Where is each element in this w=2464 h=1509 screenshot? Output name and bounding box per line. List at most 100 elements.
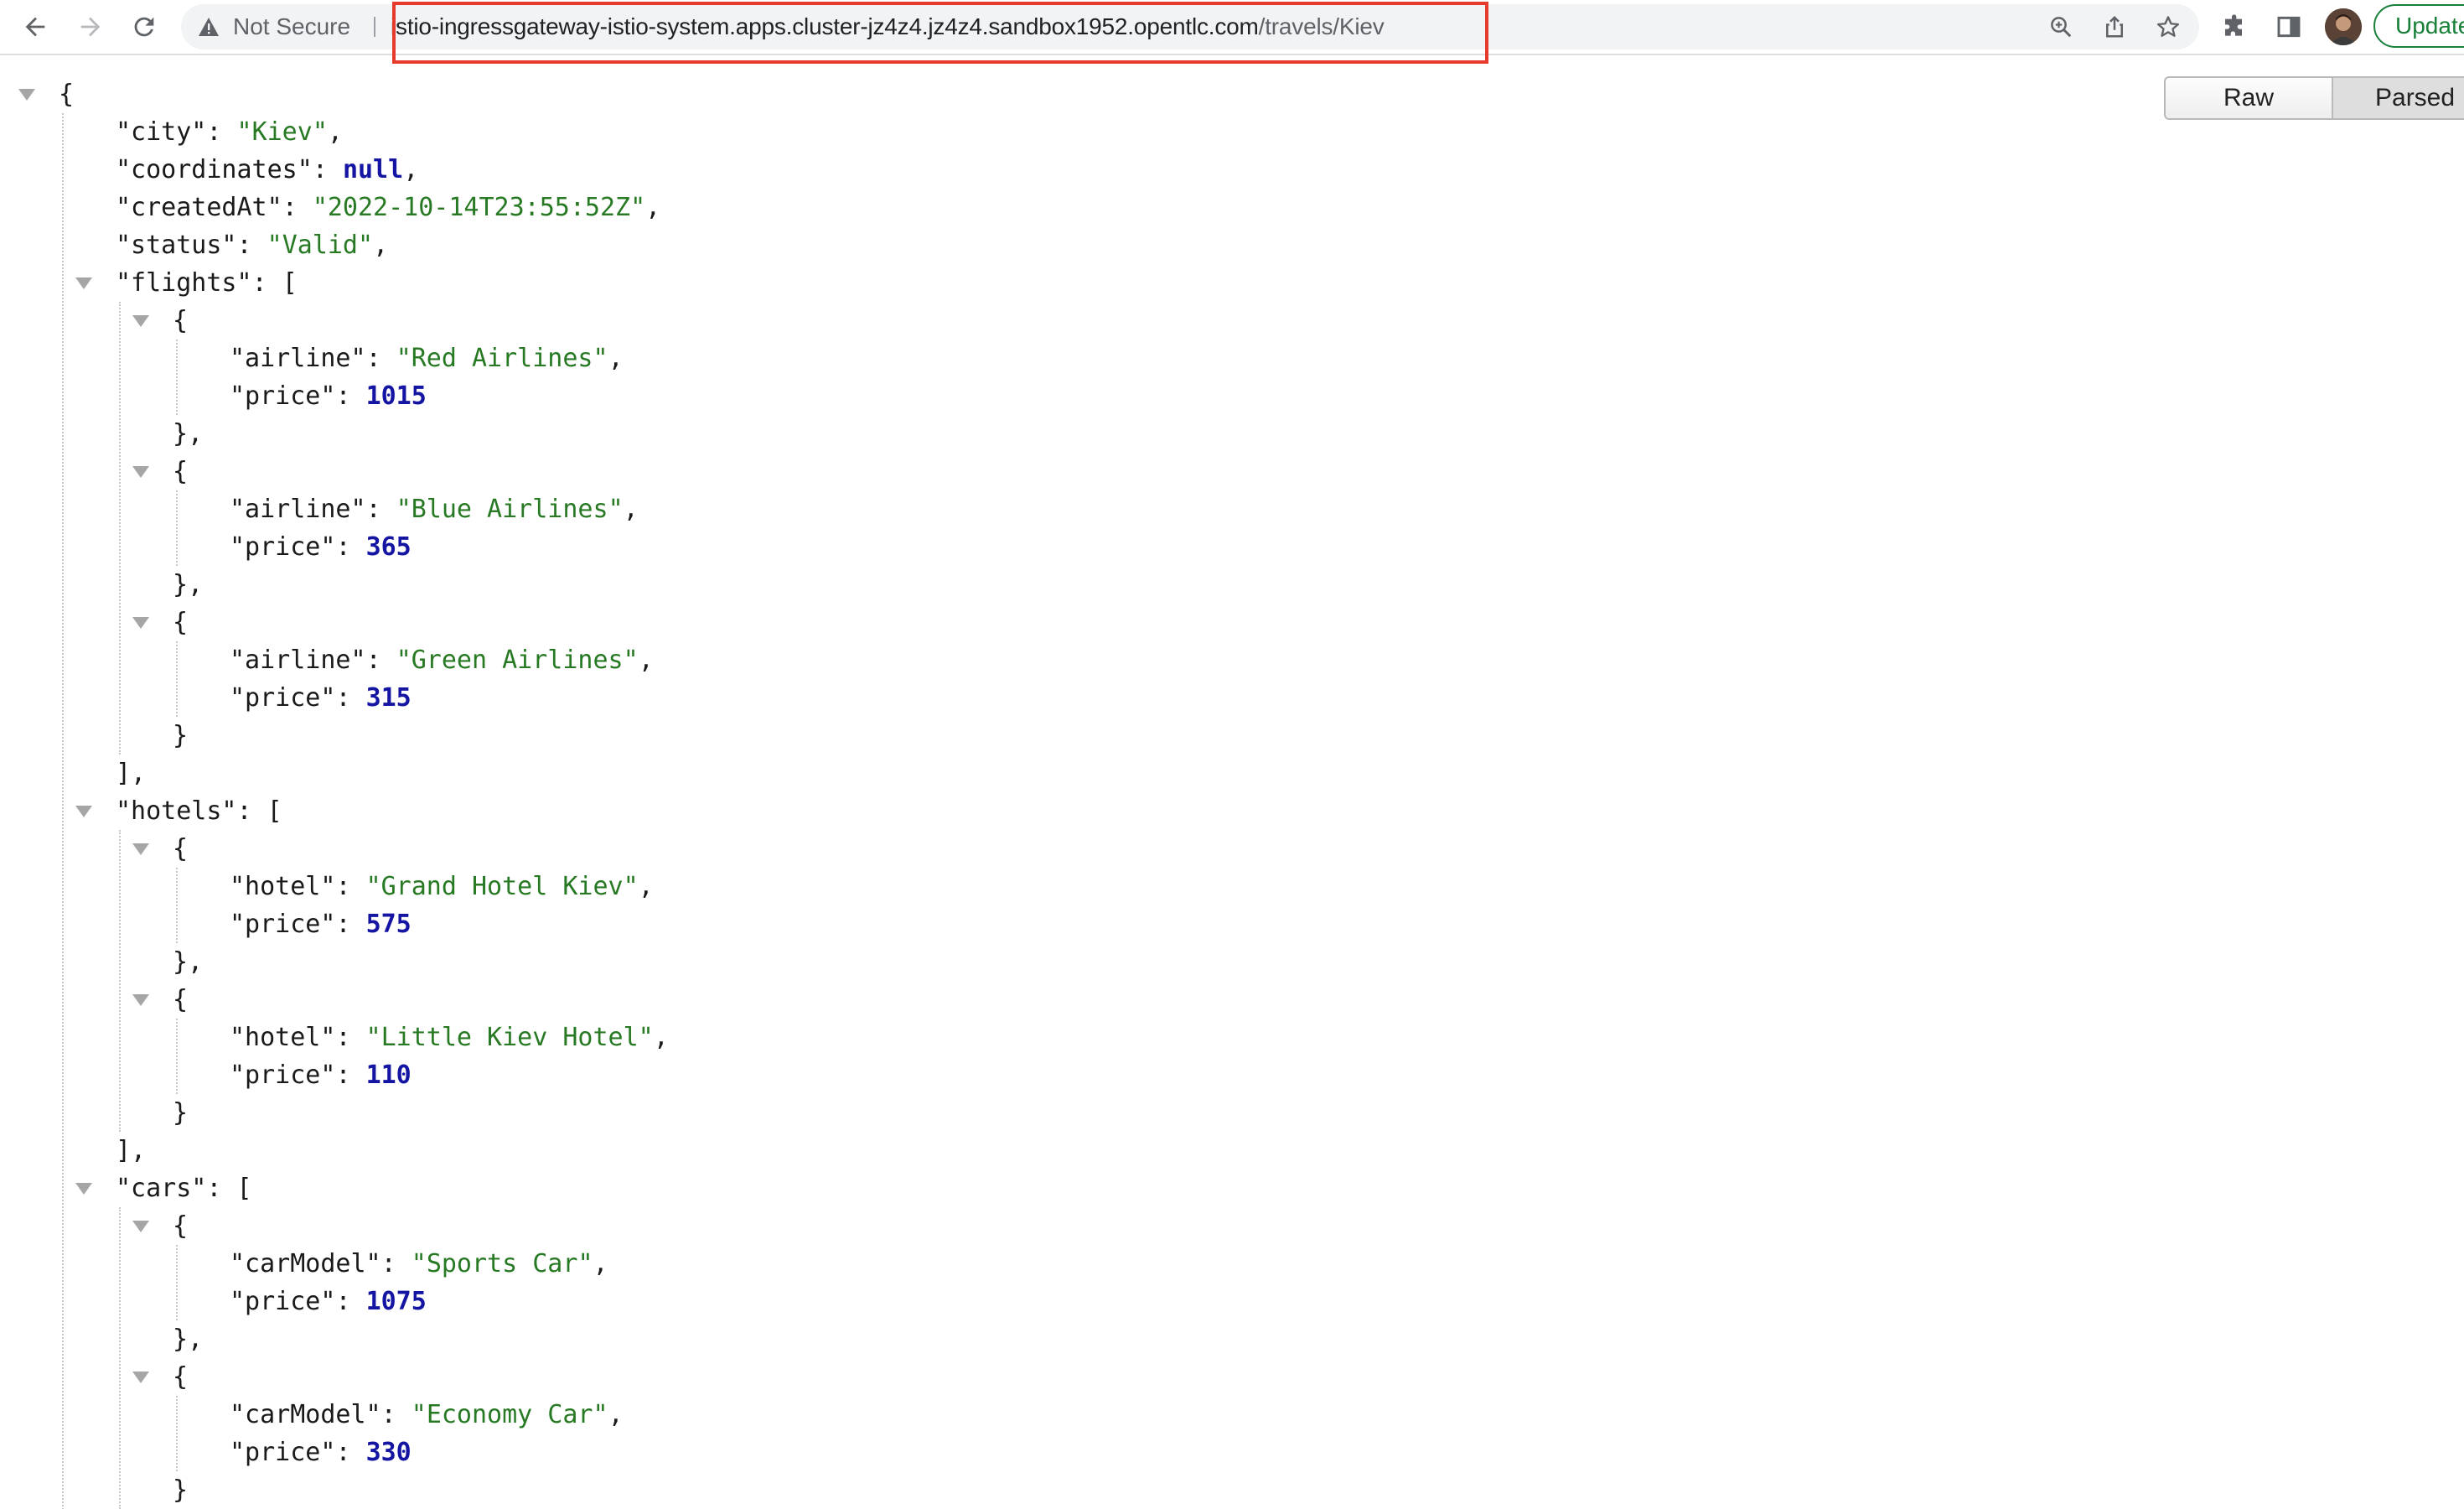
collapse-toggle[interactable] (132, 994, 149, 1006)
share-button[interactable] (2095, 8, 2134, 46)
collapse-toggle[interactable] (132, 617, 149, 629)
json-key: "coordinates" (116, 155, 313, 184)
json-property: "hotel": "Grand Hotel Kiev", (230, 872, 654, 901)
json-string-text: Grand Hotel Kiev (380, 872, 624, 901)
indent-guide (176, 490, 178, 566)
zoom-icon (2051, 17, 2072, 38)
json-key: "status" (116, 231, 237, 260)
json-string-value: "Valid" (267, 231, 374, 260)
url-host: istio-ingressgateway-istio-system.apps.c… (391, 13, 1259, 39)
url-path: /travels/Kiev (1258, 13, 1385, 39)
json-viewer: Raw Parsed { "city": "Kiev", "coordinates"… (0, 55, 2464, 1509)
collapse-toggle[interactable] (132, 466, 149, 478)
side-panel-icon (2277, 16, 2301, 38)
side-panel-button[interactable] (2270, 8, 2308, 46)
share-icon (2106, 15, 2123, 38)
zoom-button[interactable] (2042, 8, 2080, 46)
divider (374, 17, 375, 37)
json-string-text: 2022-10-14T23:55:52Z (327, 193, 631, 222)
json-key: "price" (230, 1438, 336, 1467)
warning-triangle-icon (199, 18, 219, 36)
json-key: "city" (116, 117, 207, 147)
json-string-value: "Sports Car" (411, 1249, 593, 1278)
json-key: "airline" (230, 344, 366, 373)
arrow-right-icon (80, 17, 101, 37)
indent-guide (176, 641, 178, 717)
security-label: Not Secure (233, 13, 351, 39)
json-key: "hotels" (116, 796, 237, 826)
collapse-toggle[interactable] (132, 1221, 149, 1232)
bookmark-button[interactable] (2149, 8, 2187, 46)
security-indicator[interactable]: Not Secure (198, 4, 350, 49)
json-object-close: } (173, 721, 189, 750)
raw-button[interactable]: Raw (2164, 76, 2333, 120)
json-property: "airline": "Red Airlines", (230, 344, 624, 373)
json-property: "hotel": "Little Kiev Hotel", (230, 1023, 669, 1052)
json-key: "airline" (230, 495, 366, 524)
json-object-close: } (173, 1098, 189, 1128)
parsed-button[interactable]: Parsed (2333, 76, 2464, 120)
json-object-close: }, (173, 419, 204, 449)
json-property: "coordinates": null, (116, 155, 419, 184)
collapse-toggle[interactable] (132, 315, 149, 327)
collapse-toggle[interactable] (75, 1183, 92, 1195)
json-string-text: Economy Car (426, 1400, 593, 1429)
star-icon (2156, 16, 2180, 37)
json-property: "city": "Kiev", (116, 117, 343, 147)
json-object-close: }, (173, 947, 204, 977)
json-array-close: ], (116, 759, 147, 788)
json-property: "airline": "Green Airlines", (230, 646, 654, 675)
back-button[interactable] (15, 7, 55, 47)
json-string-text: Sports Car (426, 1249, 578, 1278)
json-property: "status": "Valid", (116, 231, 389, 260)
json-string-value: "Kiev" (236, 117, 328, 147)
collapse-toggle[interactable] (132, 843, 149, 855)
json-key: "carModel" (230, 1400, 381, 1429)
json-string-text: Blue Airlines (411, 495, 608, 524)
indent-guide (119, 302, 121, 754)
json-object-close: } (173, 1475, 189, 1505)
json-string-value: "Blue Airlines" (396, 495, 624, 524)
json-property: "price": 330 (230, 1438, 412, 1467)
forward-button[interactable] (70, 7, 111, 47)
json-object-open: { (173, 608, 189, 637)
json-property: "airline": "Blue Airlines", (230, 495, 639, 524)
indent-guide (176, 1245, 178, 1320)
json-number-value: 330 (365, 1438, 412, 1467)
collapse-toggle[interactable] (132, 1372, 149, 1383)
json-key: "price" (230, 1060, 336, 1090)
json-number-value: 1015 (365, 381, 427, 411)
reload-button[interactable] (124, 7, 164, 47)
json-key: "price" (230, 683, 336, 713)
json-string-text: Kiev (251, 117, 313, 147)
json-string-value: "Grand Hotel Kiev" (365, 872, 639, 901)
json-property: "price": 1015 (230, 381, 427, 411)
collapse-toggle[interactable] (18, 89, 35, 101)
json-string-text: Green Airlines (411, 646, 624, 675)
avatar[interactable] (2325, 8, 2362, 45)
json-property: "price": 365 (230, 532, 412, 562)
collapse-toggle[interactable] (75, 806, 92, 817)
indent-guide (119, 830, 121, 1132)
json-property: "createdAt": "2022-10-14T23:55:52Z", (116, 193, 661, 222)
extensions-button[interactable] (2216, 8, 2254, 46)
json-object-close: }, (173, 570, 204, 599)
json-object-open: { (173, 834, 189, 863)
json-number-value: 315 (365, 683, 412, 713)
json-string-text: Red Airlines (411, 344, 593, 373)
json-object-open: { (173, 1211, 189, 1241)
json-key: "price" (230, 532, 336, 562)
json-key: "createdAt" (116, 193, 282, 222)
update-button[interactable]: Update (2373, 4, 2464, 48)
json-string-value: "Little Kiev Hotel" (365, 1023, 654, 1052)
json-number-value: 575 (365, 910, 412, 939)
puzzle-icon (2225, 14, 2242, 36)
collapse-toggle[interactable] (75, 277, 92, 289)
indent-guide (176, 868, 178, 943)
json-property: "price": 1075 (230, 1287, 427, 1316)
json-key: "hotel" (230, 872, 336, 901)
view-mode-toggle: Raw Parsed (2164, 76, 2464, 120)
address-bar[interactable]: Not Secure istio-ingressgateway-istio-sy… (181, 4, 2199, 49)
url-text[interactable]: istio-ingressgateway-istio-system.apps.c… (391, 4, 1385, 49)
json-string-value: "Green Airlines" (396, 646, 639, 675)
